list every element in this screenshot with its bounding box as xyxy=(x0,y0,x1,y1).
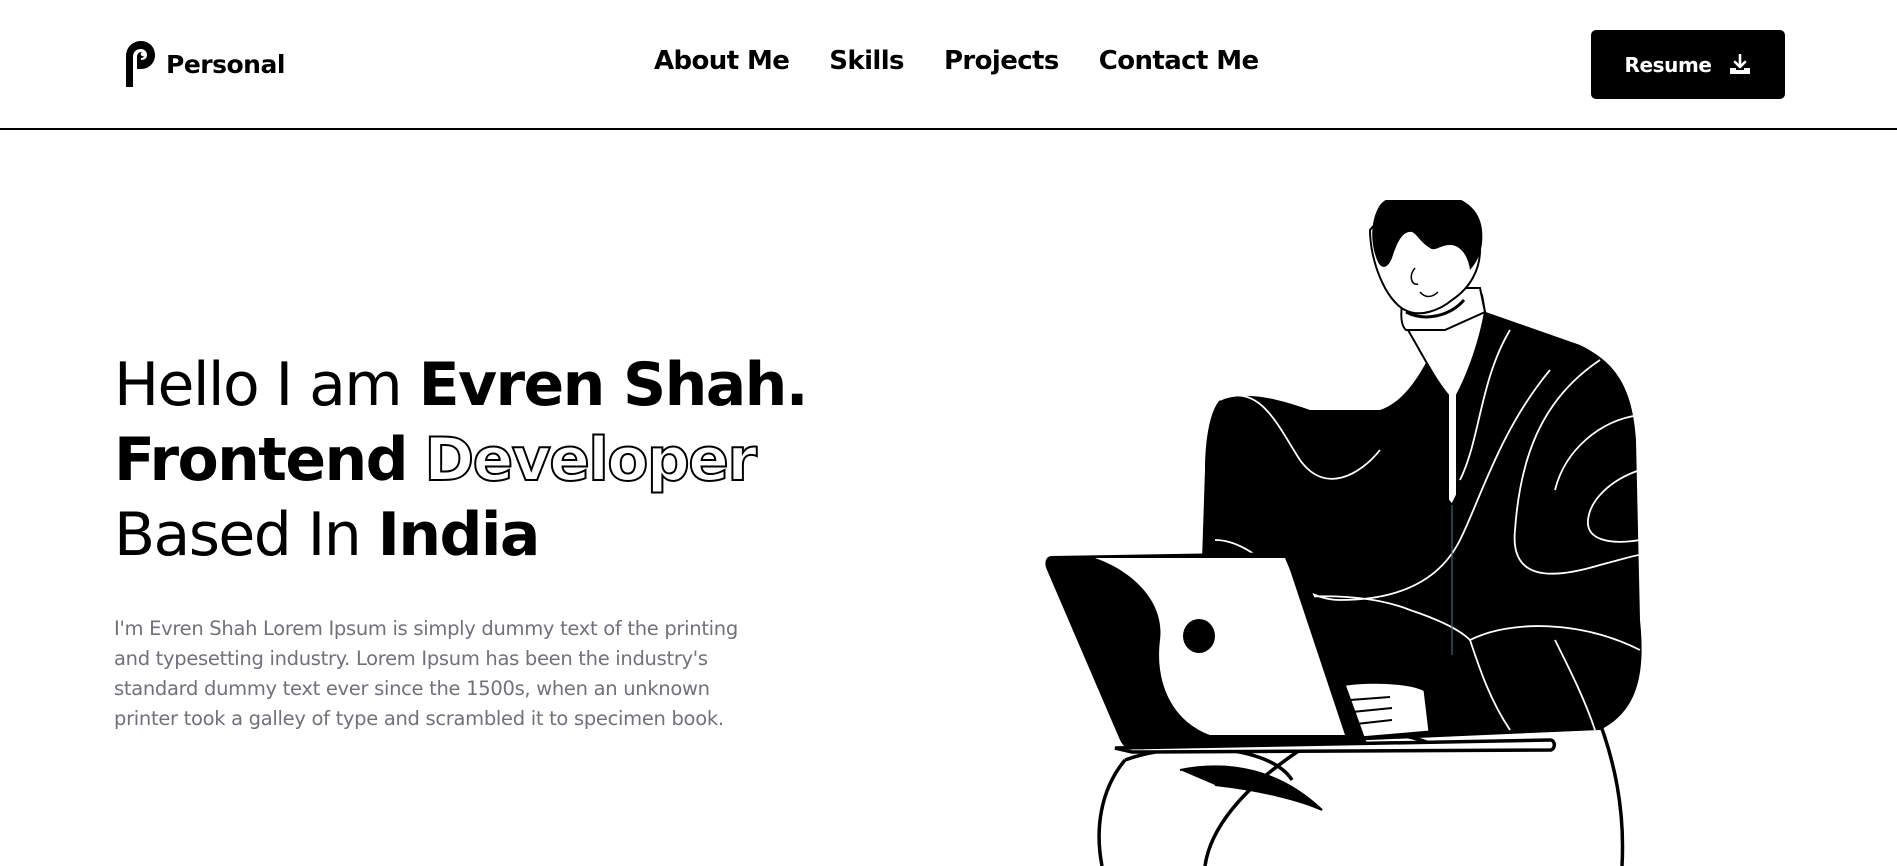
heading-role: Frontend xyxy=(114,425,409,495)
site-header: Personal About Me Skills Projects Contac… xyxy=(0,0,1897,130)
heading-based-in: Based In xyxy=(114,500,378,570)
p-logo-icon xyxy=(126,41,155,87)
resume-button[interactable]: Resume xyxy=(1591,30,1785,99)
main-nav: About Me Skills Projects Contact Me xyxy=(654,46,1259,76)
man-with-laptop-illustration xyxy=(1045,200,1642,866)
heading-name: Evren Shah. xyxy=(418,350,809,420)
resume-button-label: Resume xyxy=(1624,52,1712,77)
heading-location: India xyxy=(377,500,541,570)
hero-heading: Hello I am Evren Shah. Frontend Develope… xyxy=(114,348,809,573)
nav-item-about-me[interactable]: About Me xyxy=(654,46,790,76)
download-icon xyxy=(1729,53,1750,74)
logo[interactable]: Personal xyxy=(122,40,285,88)
nav-item-contact-me[interactable]: Contact Me xyxy=(1099,46,1259,76)
nav-item-skills[interactable]: Skills xyxy=(829,46,904,76)
heading-role-outline: Developer xyxy=(423,424,758,496)
nav-item-projects[interactable]: Projects xyxy=(944,46,1059,76)
hero-description: I'm Evren Shah Lorem Ipsum is simply dum… xyxy=(114,617,738,730)
heading-greeting: Hello I am xyxy=(114,350,419,420)
logo-text: Personal xyxy=(166,49,285,79)
